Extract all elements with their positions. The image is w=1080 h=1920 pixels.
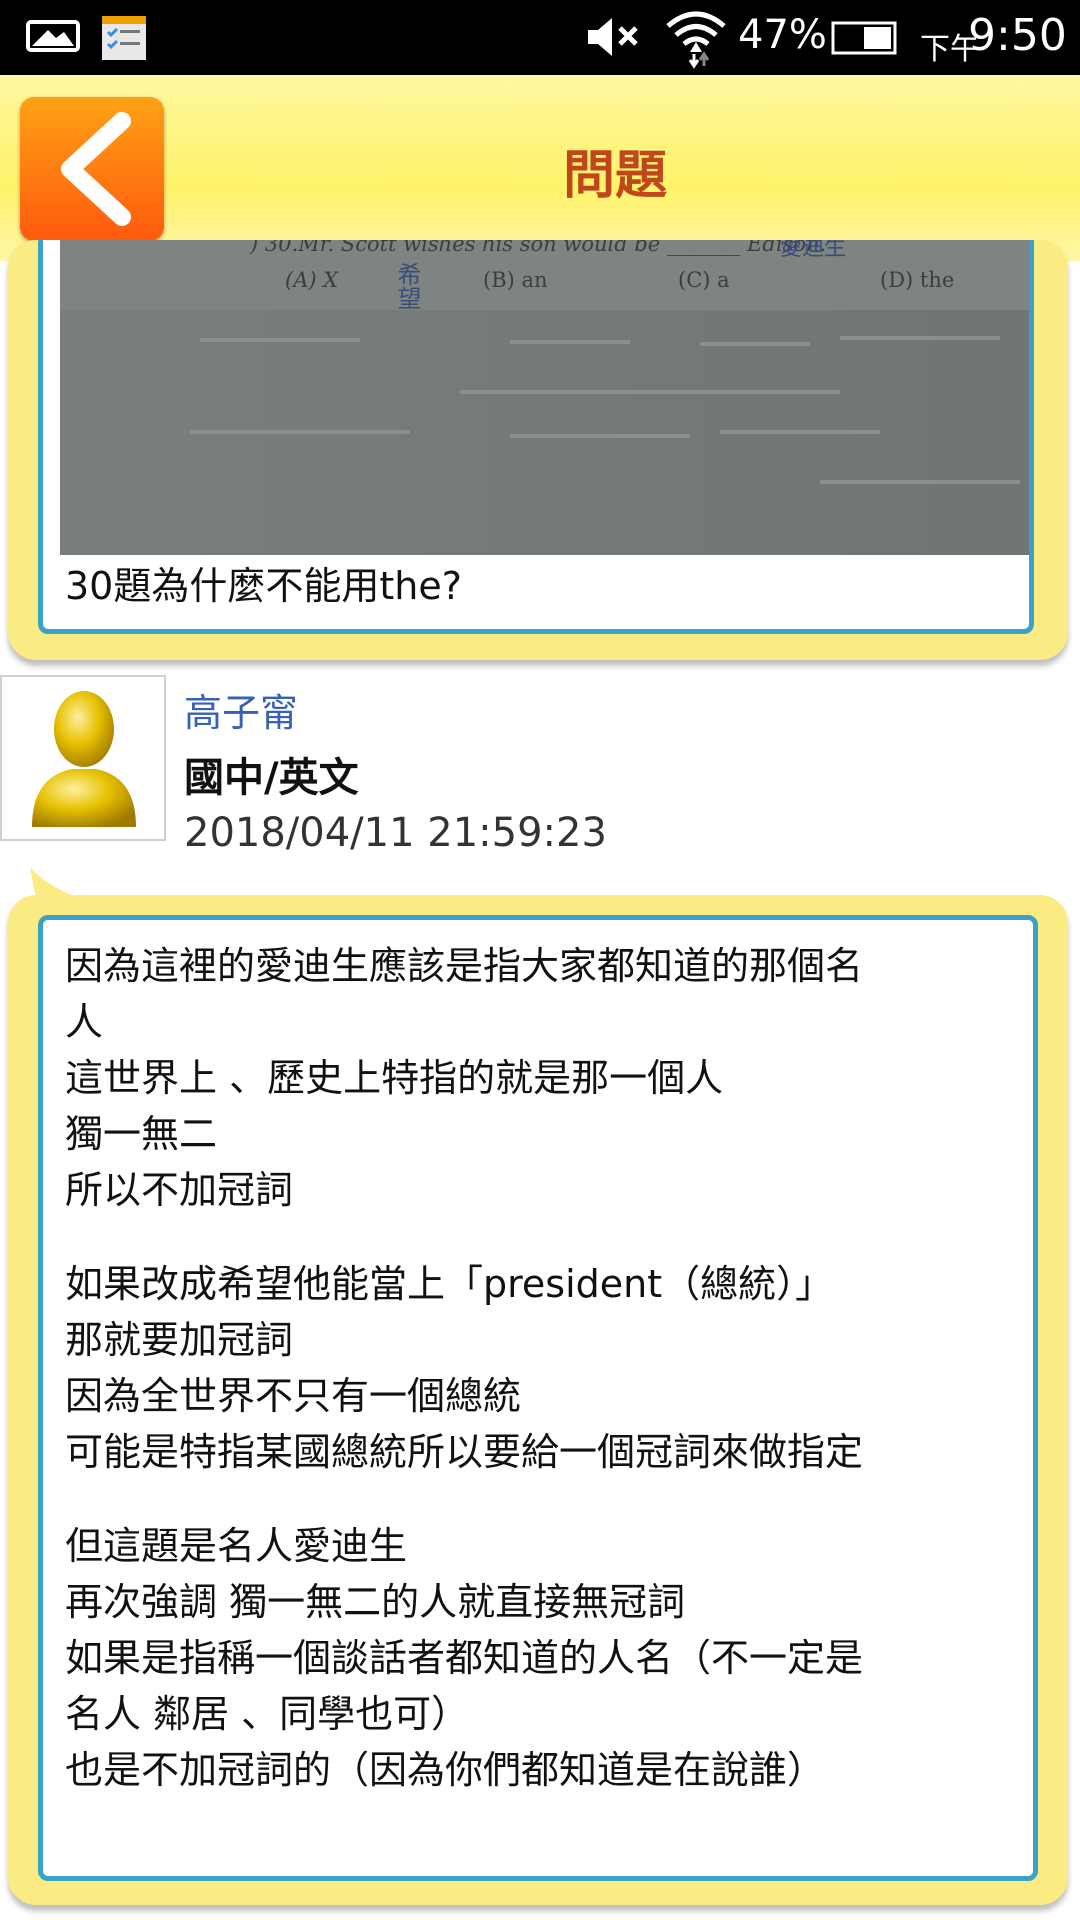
answer-line: 人 [65,1000,104,1044]
avatar[interactable] [0,675,166,841]
answer-line: 名人 鄰居 、同學也可） [65,1692,470,1736]
question-card: ) 30.Mr. Scott wishes his son would be _… [8,240,1068,660]
answer-line: 但這題是名人愛迪生 [65,1524,408,1568]
question-photo[interactable]: ) 30.Mr. Scott wishes his son would be _… [60,240,1029,555]
photo-handwriting-edison: 愛迪生 [780,240,847,261]
question-content: ) 30.Mr. Scott wishes his son would be _… [38,240,1034,634]
answer-line: 因為這裡的愛迪生應該是指大家都知道的那個名 [65,944,864,988]
photo-option-b: (B) an [483,268,548,292]
battery-icon [830,20,900,60]
photo-handwriting-hope: 希望 [393,262,421,310]
app-header: 問題 [0,75,1080,261]
answer-content: 因為這裡的愛迪生應該是指大家都知道的那個名 人 這世界上 、歷史上特指的就是那一… [38,915,1038,1881]
answer-line: 如果改成希望他能當上「president（總統）」 [65,1262,834,1306]
page-title: 問題 [562,146,667,206]
answer-line: 獨一無二 [65,1112,218,1156]
answer-line: 也是不加冠詞的（因為你們都知道是在說誰） [65,1748,826,1792]
answer-line: 如果是指稱一個談話者都知道的人名（不一定是 [65,1636,864,1680]
wifi-icon [664,6,728,74]
answerer-name[interactable]: 高子甯 [184,682,298,737]
avatar-icon [2,691,164,843]
answer-card: 因為這裡的愛迪生應該是指大家都知道的那個名 人 這世界上 、歷史上特指的就是那一… [8,895,1068,1905]
photo-option-d: (D) the [880,268,955,292]
answer-line: 可能是特指某國總統所以要給一個冠詞來做指定 [65,1430,864,1474]
battery-percent: 47% [738,12,827,58]
question-text: 30題為什麼不能用the? [65,564,462,608]
photo-body [60,310,1029,555]
answer-line: 再次強調 獨一無二的人就直接無冠詞 [65,1580,686,1624]
photo-option-a: (A) X [285,268,339,292]
answer-timestamp: 2018/04/11 21:59:23 [184,810,607,856]
photo-option-c: (C) a [678,268,730,292]
answer-line-blank [65,1480,1013,1518]
mute-icon [584,14,644,64]
answer-line: 因為全世界不只有一個總統 [65,1374,522,1418]
answer-line-blank [65,1218,1013,1256]
photo-question-line: ) 30.Mr. Scott wishes his son would be _… [250,240,827,256]
answer-line: 所以不加冠詞 [65,1168,294,1212]
answer-line: 那就要加冠詞 [65,1318,294,1362]
answerer-subject: 國中/英文 [184,755,359,801]
photo-icon [22,18,82,58]
answer-line: 這世界上 、歷史上特指的就是那一個人 [65,1056,724,1100]
status-bar: 47% 下午 9:50 [0,0,1080,75]
checklist-icon [100,12,150,66]
clock: 9:50 [968,10,1067,61]
